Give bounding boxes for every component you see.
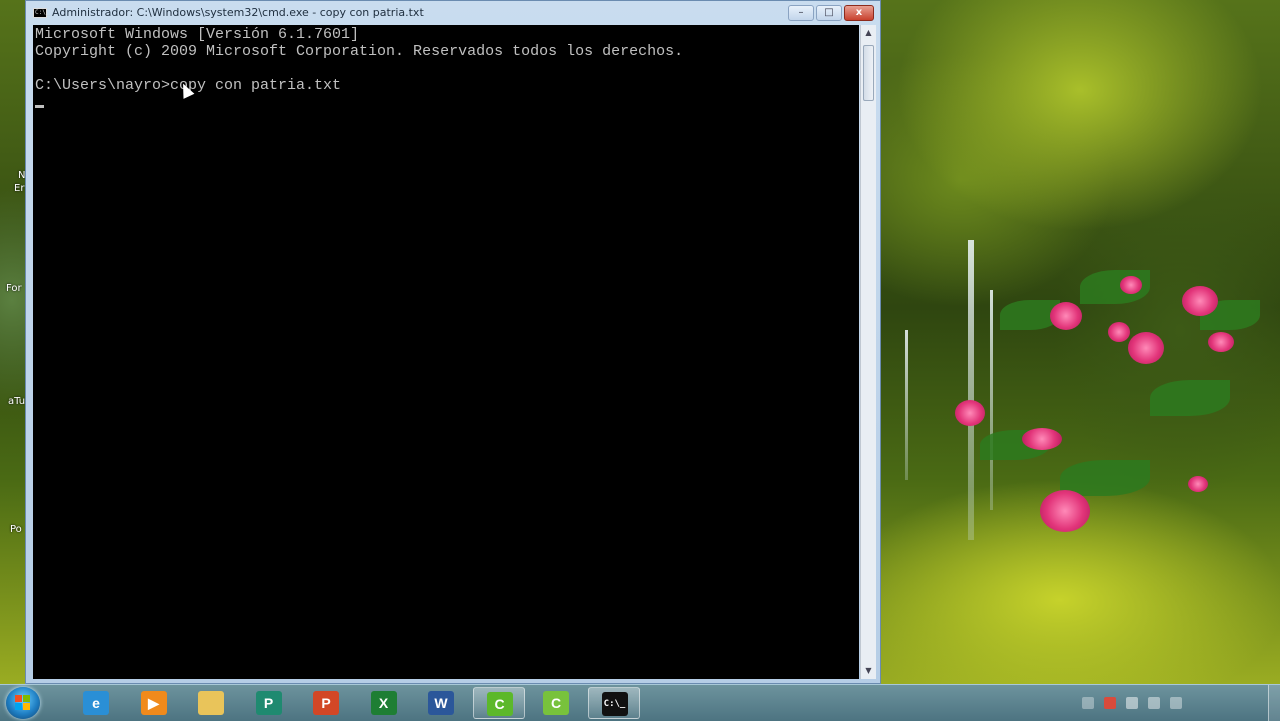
excel-icon: X: [370, 691, 397, 715]
action-center-icon[interactable]: [1104, 697, 1116, 709]
minimize-button[interactable]: –: [788, 5, 814, 21]
scroll-up-icon[interactable]: ▲: [861, 25, 876, 41]
system-tray: [1060, 685, 1280, 721]
console-output[interactable]: Microsoft Windows [Versión 6.1.7601] Cop…: [33, 25, 859, 679]
wallpaper-flower: [955, 400, 985, 426]
taskbar-button-folder[interactable]: [185, 687, 237, 719]
taskbar-button-publisher[interactable]: P: [243, 687, 295, 719]
wallpaper-waterfall: [905, 330, 908, 480]
network-icon[interactable]: [1148, 697, 1160, 709]
taskbar: e ▶ P P X W C C C:\_: [0, 684, 1280, 721]
wallpaper-waterfall: [990, 290, 993, 510]
taskbar-button-media-player[interactable]: ▶: [128, 687, 180, 719]
maximize-button[interactable]: □: [816, 5, 842, 21]
camtasia-recorder-icon: C: [543, 691, 569, 715]
console-line: Copyright (c) 2009 Microsoft Corporation…: [35, 43, 684, 60]
publisher-icon: P: [255, 691, 282, 715]
word-icon: W: [428, 691, 454, 715]
start-button[interactable]: [6, 687, 40, 719]
folder-icon: [198, 691, 224, 715]
cmd-icon: C:\_: [601, 692, 628, 716]
desktop-icon-label[interactable]: For: [6, 283, 22, 294]
show-desktop-button[interactable]: [1268, 685, 1280, 721]
wallpaper-flower: [1128, 332, 1164, 364]
window-title: Administrador: C:\Windows\system32\cmd.e…: [52, 6, 424, 19]
wallpaper-flower: [1208, 332, 1234, 352]
wallpaper-flower: [1022, 428, 1062, 450]
taskbar-button-word[interactable]: W: [415, 687, 467, 719]
taskbar-button-powerpoint[interactable]: P: [300, 687, 352, 719]
text-cursor: [35, 105, 44, 108]
tray-expand-icon[interactable]: [1082, 697, 1094, 709]
taskbar-button-internet-explorer[interactable]: e: [70, 687, 122, 719]
window-titlebar[interactable]: C:\_ Administrador: C:\Windows\system32\…: [26, 1, 880, 25]
vertical-scrollbar[interactable]: ▲ ▼: [860, 25, 876, 679]
battery-icon[interactable]: [1126, 697, 1138, 709]
media-player-icon: ▶: [140, 691, 167, 715]
windows-logo-icon: [15, 695, 31, 711]
desktop-icon-label[interactable]: Er: [14, 183, 24, 194]
internet-explorer-icon: e: [83, 691, 109, 715]
wallpaper-leaf: [1150, 380, 1230, 416]
wallpaper-flower: [1182, 286, 1218, 316]
cmd-window[interactable]: C:\_ Administrador: C:\Windows\system32\…: [25, 0, 881, 684]
wallpaper-flower: [1108, 322, 1130, 342]
powerpoint-icon: P: [313, 691, 339, 715]
taskbar-button-camtasia-recorder[interactable]: C: [530, 687, 582, 719]
console-line: Microsoft Windows [Versión 6.1.7601]: [35, 26, 360, 43]
volume-icon[interactable]: [1170, 697, 1182, 709]
wallpaper-flower: [1188, 476, 1208, 492]
close-button[interactable]: x: [844, 5, 874, 21]
wallpaper-waterfall: [968, 240, 974, 540]
wallpaper-flower: [1120, 276, 1142, 294]
wallpaper-flower: [1050, 302, 1082, 330]
cmd-app-icon[interactable]: C:\_: [33, 8, 49, 18]
taskbar-button-camtasia[interactable]: C: [472, 687, 525, 719]
desktop-icon-label[interactable]: aTu: [8, 396, 25, 407]
scrollbar-thumb[interactable]: [863, 45, 874, 101]
wallpaper-flower: [1040, 490, 1090, 532]
scroll-down-icon[interactable]: ▼: [861, 663, 876, 679]
camtasia-icon: C: [486, 692, 513, 716]
desktop-icon-label[interactable]: Po: [10, 524, 22, 535]
taskbar-button-cmd[interactable]: C:\_: [587, 687, 640, 719]
taskbar-button-excel[interactable]: X: [358, 687, 410, 719]
